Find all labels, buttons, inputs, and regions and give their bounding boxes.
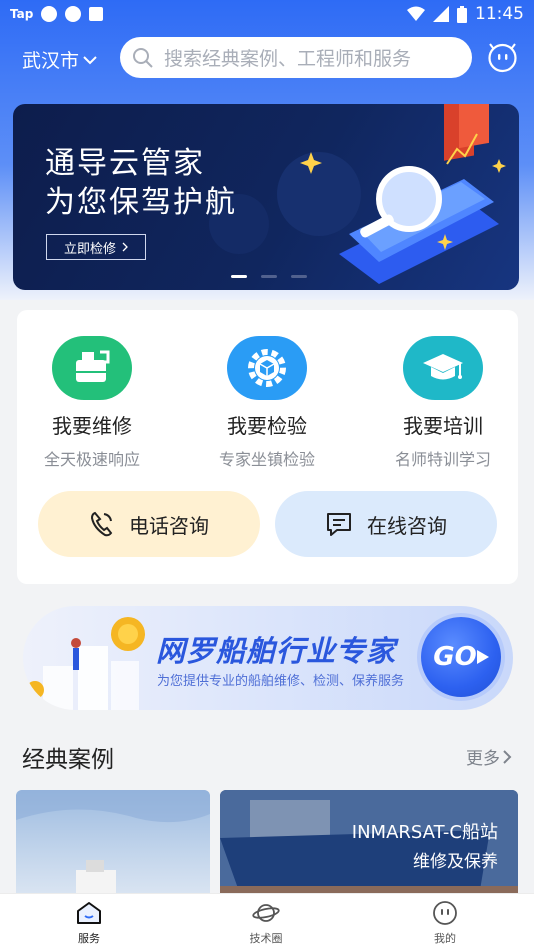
clock: 11:45 xyxy=(475,4,524,24)
service-name: 我要维修 xyxy=(52,414,132,438)
battery-icon xyxy=(457,5,467,23)
search-placeholder: 搜索经典案例、工程师和服务 xyxy=(164,48,412,70)
promo-title: 网罗船舶行业专家 xyxy=(156,634,397,668)
carousel-dot[interactable] xyxy=(261,275,277,278)
go-button[interactable]: GO xyxy=(421,617,501,697)
gear-cube-icon xyxy=(248,349,286,387)
service-icon-bg xyxy=(52,336,132,400)
more-link[interactable]: 更多 xyxy=(466,744,512,769)
nav-item-profile[interactable]: 我的 xyxy=(395,900,495,946)
search-input[interactable]: 搜索经典案例、工程师和服务 xyxy=(120,37,472,78)
top-header: 武汉市 搜索经典案例、工程师和服务 xyxy=(0,36,534,80)
chat-bubble-icon xyxy=(327,513,351,536)
promo-banner[interactable]: 通导云管家 为您保驾护航 立即检修 xyxy=(13,104,519,290)
online-consult-label: 在线咨询 xyxy=(367,513,447,538)
nav-item-service[interactable]: 服务 xyxy=(39,900,139,946)
carrier-label: Tap xyxy=(10,7,34,21)
phone-consult-button[interactable]: 电话咨询 xyxy=(38,491,260,557)
nav-label: 技术圈 xyxy=(249,932,283,945)
service-icon-bg xyxy=(227,336,307,400)
robot-assistant-icon[interactable] xyxy=(487,42,518,73)
chevron-down-icon xyxy=(83,55,97,64)
nav-item-tech-circle[interactable]: 技术圈 xyxy=(216,900,316,946)
notification-icon xyxy=(41,6,58,22)
promo-illustration xyxy=(26,617,145,710)
city-selector[interactable]: 武汉市 xyxy=(22,46,98,73)
chevron-right-icon xyxy=(503,749,512,764)
online-consult-button[interactable]: 在线咨询 xyxy=(275,491,497,557)
repair-now-label: 立即检修 xyxy=(63,241,116,257)
profile-face-icon xyxy=(433,901,457,925)
carousel-dot[interactable] xyxy=(291,275,307,278)
service-repair[interactable]: 我要维修 全天极速响应 xyxy=(12,336,172,470)
expert-promo-banner[interactable]: 网罗船舶行业专家 为您提供专业的船舶维修、检测、保养服务 GO xyxy=(23,606,513,710)
service-subtitle: 名师特训学习 xyxy=(394,450,491,469)
service-name: 我要培训 xyxy=(403,414,483,438)
repair-now-button[interactable]: 立即检修 xyxy=(46,234,146,260)
case-title-line1: INMARSAT-C船站 xyxy=(351,822,498,843)
graduation-cap-icon xyxy=(423,354,463,380)
case-title-line2: 维修及保养 xyxy=(413,852,498,872)
planet-icon xyxy=(252,904,280,922)
case-card[interactable]: INMARSAT-C船站 维修及保养 xyxy=(220,790,518,910)
carousel-dot[interactable] xyxy=(231,275,247,278)
home-icon xyxy=(77,902,101,924)
search-icon xyxy=(133,47,153,68)
service-icon-bg xyxy=(403,336,483,400)
carousel-indicator xyxy=(231,275,307,278)
bottom-nav: 服务 技术圈 我的 xyxy=(0,893,534,950)
nav-label: 我的 xyxy=(434,932,456,945)
section-title: 经典案例 xyxy=(22,747,114,773)
ship-wrench-icon xyxy=(76,350,110,382)
signal-icon xyxy=(433,6,449,22)
wifi-icon xyxy=(407,6,425,21)
play-arrow-icon xyxy=(476,650,489,664)
ship-photo xyxy=(16,790,210,910)
service-subtitle: 全天极速响应 xyxy=(43,450,140,469)
services-card: 我要维修 全天极速响应 我要检验 专家坐镇检验 我要培训 名师特训学习 电话咨询… xyxy=(17,310,518,584)
notification-icon xyxy=(65,6,82,22)
banner-title-line1: 通导云管家 xyxy=(45,146,205,181)
app-notification-icon xyxy=(89,7,104,21)
banner-title-line2: 为您保驾护航 xyxy=(45,185,237,220)
service-subtitle: 专家坐镇检验 xyxy=(218,450,315,469)
nav-label: 服务 xyxy=(78,932,100,945)
chevron-right-icon xyxy=(122,242,128,252)
phone-consult-label: 电话咨询 xyxy=(129,513,209,538)
phone-icon xyxy=(90,511,113,537)
service-name: 我要检验 xyxy=(227,414,307,438)
go-label: GO xyxy=(433,642,477,672)
promo-subtitle: 为您提供专业的船舶维修、检测、保养服务 xyxy=(157,674,405,689)
more-label: 更多 xyxy=(466,749,500,769)
service-training[interactable]: 我要培训 名师特训学习 xyxy=(363,336,523,470)
city-label: 武汉市 xyxy=(22,50,80,72)
magnifier-phone-illustration xyxy=(209,104,506,284)
status-bar: Tap 11:45 xyxy=(0,0,534,30)
service-inspection[interactable]: 我要检验 专家坐镇检验 xyxy=(187,336,347,470)
case-card[interactable] xyxy=(16,790,210,910)
